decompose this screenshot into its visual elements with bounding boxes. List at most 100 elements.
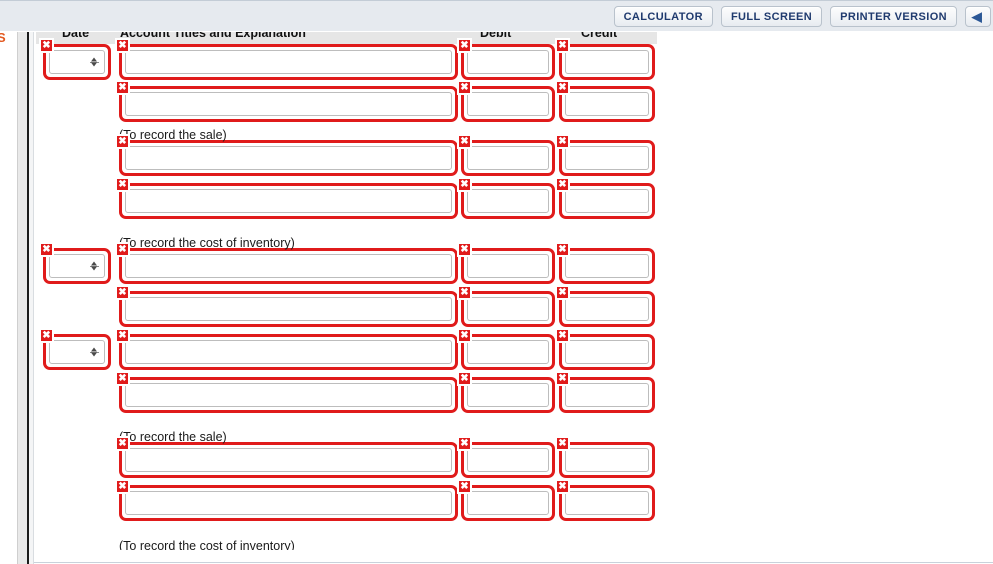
clear-field-icon[interactable]: ✖	[457, 285, 472, 300]
field-input-surface[interactable]	[125, 189, 452, 213]
debit-amount-input[interactable]: ✖	[457, 285, 555, 327]
clear-field-icon[interactable]: ✖	[555, 285, 570, 300]
clear-field-icon[interactable]: ✖	[39, 38, 54, 53]
calculator-button[interactable]: CALCULATOR	[613, 6, 713, 27]
account-title-input[interactable]: ✖	[115, 80, 458, 122]
credit-amount-input[interactable]: ✖	[555, 177, 655, 219]
clear-field-icon[interactable]: ✖	[457, 80, 472, 95]
credit-amount-input[interactable]: ✖	[555, 80, 655, 122]
debit-amount-input[interactable]: ✖	[457, 242, 555, 284]
account-title-input[interactable]: ✖	[115, 134, 458, 176]
date-select[interactable]: ✖	[39, 38, 111, 80]
stepper-down-icon[interactable]	[91, 352, 97, 357]
field-input-surface[interactable]	[49, 340, 105, 364]
clear-field-icon[interactable]: ✖	[457, 479, 472, 494]
credit-amount-input[interactable]: ✖	[555, 38, 655, 80]
clear-field-icon[interactable]: ✖	[457, 436, 472, 451]
field-input-surface[interactable]	[565, 448, 649, 472]
clear-field-icon[interactable]: ✖	[555, 177, 570, 192]
clear-field-icon[interactable]: ✖	[115, 479, 130, 494]
clear-field-icon[interactable]: ✖	[555, 38, 570, 53]
clear-field-icon[interactable]: ✖	[39, 242, 54, 257]
stepper-down-icon[interactable]	[91, 62, 97, 67]
printer-version-button[interactable]: PRINTER VERSION	[830, 6, 957, 27]
field-input-surface[interactable]	[467, 92, 549, 116]
field-input-surface[interactable]	[565, 254, 649, 278]
credit-amount-input[interactable]: ✖	[555, 134, 655, 176]
field-input-surface[interactable]	[467, 254, 549, 278]
stepper-up-icon[interactable]	[91, 347, 97, 352]
clear-field-icon[interactable]: ✖	[115, 285, 130, 300]
account-title-input[interactable]: ✖	[115, 177, 458, 219]
stepper-down-icon[interactable]	[91, 266, 97, 271]
field-input-surface[interactable]	[467, 189, 549, 213]
field-input-surface[interactable]	[467, 297, 549, 321]
debit-amount-input[interactable]: ✖	[457, 134, 555, 176]
clear-field-icon[interactable]: ✖	[115, 242, 130, 257]
clear-field-icon[interactable]: ✖	[555, 371, 570, 386]
clear-field-icon[interactable]: ✖	[555, 80, 570, 95]
field-input-surface[interactable]	[565, 297, 649, 321]
field-input-surface[interactable]	[467, 340, 549, 364]
field-input-surface[interactable]	[565, 491, 649, 515]
stepper-up-icon[interactable]	[91, 57, 97, 62]
credit-amount-input[interactable]: ✖	[555, 285, 655, 327]
clear-field-icon[interactable]: ✖	[115, 38, 130, 53]
field-input-surface[interactable]	[125, 92, 452, 116]
account-title-input[interactable]: ✖	[115, 479, 458, 521]
debit-amount-input[interactable]: ✖	[457, 80, 555, 122]
field-input-surface[interactable]	[565, 146, 649, 170]
debit-amount-input[interactable]: ✖	[457, 436, 555, 478]
account-title-input[interactable]: ✖	[115, 285, 458, 327]
field-input-surface[interactable]	[467, 448, 549, 472]
clear-field-icon[interactable]: ✖	[555, 134, 570, 149]
account-title-input[interactable]: ✖	[115, 242, 458, 284]
field-input-surface[interactable]	[565, 340, 649, 364]
field-input-surface[interactable]	[565, 189, 649, 213]
back-arrow-button[interactable]: ◀	[965, 6, 991, 27]
date-select[interactable]: ✖	[39, 242, 111, 284]
field-input-surface[interactable]	[125, 50, 452, 74]
clear-field-icon[interactable]: ✖	[39, 328, 54, 343]
field-input-surface[interactable]	[467, 50, 549, 74]
field-input-surface[interactable]	[125, 297, 452, 321]
field-input-surface[interactable]	[49, 254, 105, 278]
credit-amount-input[interactable]: ✖	[555, 371, 655, 413]
clear-field-icon[interactable]: ✖	[457, 328, 472, 343]
clear-field-icon[interactable]: ✖	[555, 328, 570, 343]
clear-field-icon[interactable]: ✖	[457, 371, 472, 386]
credit-amount-input[interactable]: ✖	[555, 328, 655, 370]
clear-field-icon[interactable]: ✖	[115, 134, 130, 149]
field-input-surface[interactable]	[467, 491, 549, 515]
field-input-surface[interactable]	[125, 448, 452, 472]
date-select[interactable]: ✖	[39, 328, 111, 370]
stepper-arrows-icon[interactable]	[91, 347, 97, 357]
field-input-surface[interactable]	[125, 146, 452, 170]
stepper-arrows-icon[interactable]	[91, 261, 97, 271]
debit-amount-input[interactable]: ✖	[457, 38, 555, 80]
clear-field-icon[interactable]: ✖	[115, 436, 130, 451]
account-title-input[interactable]: ✖	[115, 371, 458, 413]
debit-amount-input[interactable]: ✖	[457, 479, 555, 521]
full-screen-button[interactable]: FULL SCREEN	[720, 6, 823, 27]
field-input-surface[interactable]	[565, 383, 649, 407]
clear-field-icon[interactable]: ✖	[115, 371, 130, 386]
debit-amount-input[interactable]: ✖	[457, 177, 555, 219]
clear-field-icon[interactable]: ✖	[115, 328, 130, 343]
clear-field-icon[interactable]: ✖	[457, 177, 472, 192]
stepper-arrows-icon[interactable]	[91, 57, 97, 67]
field-input-surface[interactable]	[125, 491, 452, 515]
field-input-surface[interactable]	[125, 340, 452, 364]
clear-field-icon[interactable]: ✖	[115, 80, 130, 95]
account-title-input[interactable]: ✖	[115, 328, 458, 370]
field-input-surface[interactable]	[565, 50, 649, 74]
stepper-up-icon[interactable]	[91, 261, 97, 266]
field-input-surface[interactable]	[467, 383, 549, 407]
field-input-surface[interactable]	[125, 254, 452, 278]
credit-amount-input[interactable]: ✖	[555, 479, 655, 521]
clear-field-icon[interactable]: ✖	[555, 242, 570, 257]
debit-amount-input[interactable]: ✖	[457, 371, 555, 413]
clear-field-icon[interactable]: ✖	[457, 134, 472, 149]
clear-field-icon[interactable]: ✖	[115, 177, 130, 192]
field-input-surface[interactable]	[49, 50, 105, 74]
